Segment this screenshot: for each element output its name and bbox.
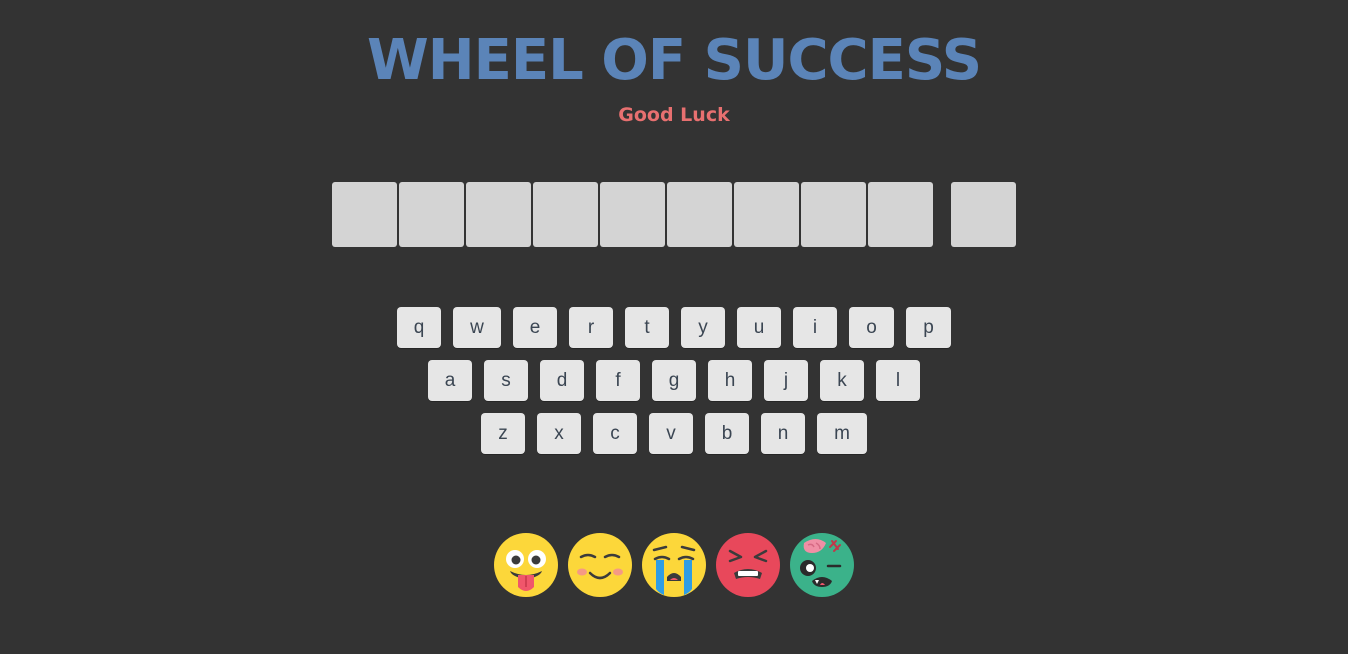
tongue-out-face-icon bbox=[494, 533, 558, 597]
phrase-board bbox=[0, 182, 1348, 247]
key-a[interactable]: a bbox=[428, 360, 472, 401]
game-page: WHEEL OF SUCCESS Good Luck qwertyuiop asd… bbox=[0, 0, 1348, 654]
key-w[interactable]: w bbox=[453, 307, 501, 348]
key-y[interactable]: y bbox=[681, 307, 725, 348]
key-s[interactable]: s bbox=[484, 360, 528, 401]
key-x[interactable]: x bbox=[537, 413, 581, 454]
key-b[interactable]: b bbox=[705, 413, 749, 454]
letter-tile bbox=[667, 182, 732, 247]
key-r[interactable]: r bbox=[569, 307, 613, 348]
smiling-face-icon bbox=[568, 533, 632, 597]
key-k[interactable]: k bbox=[820, 360, 864, 401]
key-f[interactable]: f bbox=[596, 360, 640, 401]
game-title: WHEEL OF SUCCESS bbox=[366, 28, 982, 93]
key-v[interactable]: v bbox=[649, 413, 693, 454]
crying-face-icon bbox=[642, 533, 706, 597]
key-n[interactable]: n bbox=[761, 413, 805, 454]
key-i[interactable]: i bbox=[793, 307, 837, 348]
letter-tile bbox=[332, 182, 397, 247]
key-e[interactable]: e bbox=[513, 307, 557, 348]
key-h[interactable]: h bbox=[708, 360, 752, 401]
letter-tile bbox=[399, 182, 464, 247]
letter-tile bbox=[533, 182, 598, 247]
key-o[interactable]: o bbox=[849, 307, 894, 348]
key-t[interactable]: t bbox=[625, 307, 669, 348]
letter-tile bbox=[734, 182, 799, 247]
key-j[interactable]: j bbox=[764, 360, 808, 401]
game-subtitle: Good Luck bbox=[618, 104, 730, 126]
letter-tile bbox=[466, 182, 531, 247]
key-u[interactable]: u bbox=[737, 307, 781, 348]
letter-tile bbox=[801, 182, 866, 247]
letter-tile bbox=[868, 182, 933, 247]
key-p[interactable]: p bbox=[906, 307, 951, 348]
key-c[interactable]: c bbox=[593, 413, 637, 454]
zombie-face-icon bbox=[790, 533, 854, 597]
key-q[interactable]: q bbox=[397, 307, 441, 348]
letter-tile bbox=[951, 182, 1016, 247]
key-z[interactable]: z bbox=[481, 413, 525, 454]
letter-tile bbox=[600, 182, 665, 247]
key-m[interactable]: m bbox=[817, 413, 867, 454]
key-d[interactable]: d bbox=[540, 360, 584, 401]
angry-face-icon bbox=[716, 533, 780, 597]
key-g[interactable]: g bbox=[652, 360, 696, 401]
key-l[interactable]: l bbox=[876, 360, 920, 401]
